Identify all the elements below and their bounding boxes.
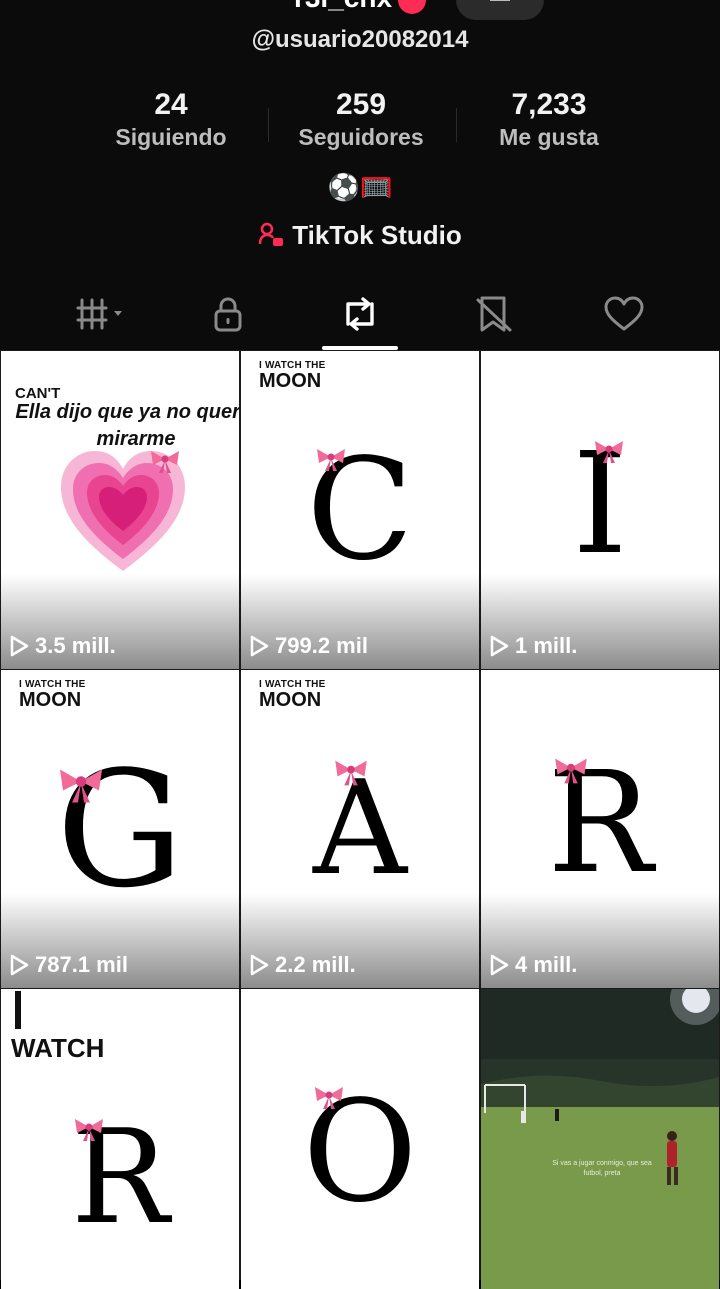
bow-icon (60, 769, 102, 803)
view-count-text: 3.5 mill. (35, 633, 116, 658)
video-letter: O (302, 1071, 418, 1234)
stat-value: 259 (335, 88, 387, 121)
play-icon (10, 954, 29, 976)
play-icon (250, 954, 269, 976)
bow-icon (75, 1119, 103, 1141)
view-count: 799.2 mil (247, 633, 368, 659)
video-thumbnail[interactable]: R 4 mill. (481, 670, 719, 988)
repost-icon (346, 297, 374, 331)
view-count-text: 799.2 mil (275, 633, 368, 658)
tab-private[interactable] (156, 282, 300, 346)
profile-username: r3i_cnx (0, 0, 720, 14)
stat-label: Me gusta (499, 124, 599, 150)
view-count-text: 787.1 mil (35, 952, 128, 977)
stat-label: Siguiendo (115, 124, 227, 150)
bow-icon (555, 758, 587, 784)
bow-icon (315, 1087, 343, 1109)
profile-bio: ⚽🥅 (327, 172, 393, 202)
play-icon (250, 635, 269, 657)
username-text: r3i_cnx (294, 0, 392, 13)
video-tag-big: WATCH (11, 1033, 105, 1063)
edit-icon (490, 0, 510, 1)
view-count: 1 mill. (487, 633, 577, 659)
play-icon (10, 635, 29, 657)
bow-icon (335, 760, 367, 786)
view-count-text: 2.2 mill. (275, 952, 356, 977)
profile-tabs (0, 282, 720, 350)
soccer-field-photo: Si vas a jugar conmigo, que sea futbol, … (481, 989, 719, 1289)
studio-label: TikTok Studio (292, 220, 462, 250)
stat-value: 7,233 (511, 88, 587, 121)
tab-reposts[interactable] (288, 282, 432, 346)
view-count-text: 1 mill. (515, 633, 578, 658)
view-count: 787.1 mil (7, 952, 128, 978)
view-count: 2.2 mill. (247, 952, 356, 978)
video-thumbnail[interactable]: Si vas a jugar conmigo, que sea futbol, … (481, 989, 719, 1289)
video-letter: R (71, 1101, 169, 1253)
profile-header: r3i_cnx @usuario20082014 24 Siguiendo 25… (0, 0, 720, 350)
tiktok-studio-link[interactable]: TikTok Studio (0, 220, 720, 251)
video-letter: R (547, 742, 653, 905)
play-icon (490, 954, 509, 976)
video-thumbnail[interactable]: O (241, 989, 479, 1289)
stat-following[interactable]: 24 Siguiendo (71, 88, 271, 151)
studio-icon (259, 222, 284, 246)
video-tag: I WATCH THE MOON (259, 361, 325, 392)
view-count: 4 mill. (487, 952, 577, 978)
stat-followers[interactable]: 259 Seguidores (261, 88, 461, 151)
video-thumbnail[interactable]: I WATCH THE MOON A 2.2 mill. (241, 670, 479, 988)
text-cursor-bar (15, 991, 21, 1029)
video-thumbnail[interactable]: I WATCH THE MOON C 799.2 mil (241, 351, 479, 669)
grid-icon (76, 298, 122, 330)
video-letter: C (306, 429, 414, 592)
view-count-text: 4 mill. (515, 952, 578, 977)
photo-caption: Si vas a jugar conmigo, que sea futbol, … (552, 1160, 652, 1177)
video-tag-big: MOON (259, 370, 322, 392)
view-count: 3.5 mill. (7, 633, 116, 659)
tab-favorites[interactable] (422, 282, 566, 346)
stat-value: 24 (154, 88, 188, 121)
tab-videos[interactable] (30, 282, 174, 346)
bow-icon (595, 441, 623, 463)
notification-badge[interactable] (398, 0, 427, 14)
video-caption: Ella dijo que ya no quería mirarme (15, 401, 239, 450)
video-thumbnail[interactable]: CAN'T Ella dijo que ya no quería mirarme… (1, 351, 239, 669)
video-thumbnail[interactable]: WATCH R (1, 989, 239, 1289)
video-tag-big: MOON (259, 689, 322, 711)
tab-liked[interactable] (552, 282, 696, 346)
video-tag: WATCH (11, 1035, 104, 1061)
stat-likes[interactable]: 7,233 Me gusta (449, 88, 649, 151)
bow-icon (317, 449, 345, 471)
edit-profile-button[interactable] (456, 0, 544, 20)
bow-icon (151, 451, 179, 473)
video-tag: I WATCH THE MOON (259, 680, 325, 711)
video-grid: CAN'T Ella dijo que ya no quería mirarme… (0, 350, 720, 1289)
play-icon (490, 635, 509, 657)
video-tag-big: MOON (19, 689, 82, 711)
video-thumbnail[interactable]: I WATCH THE MOON G 787.1 mil (1, 670, 239, 988)
heart-icon (604, 296, 644, 331)
photo-scene (481, 989, 719, 1289)
profile-handle: @usuario20082014 (251, 26, 469, 53)
video-thumbnail[interactable]: I 1 mill. (481, 351, 719, 669)
video-tag: I WATCH THE MOON (19, 680, 85, 711)
bookmark-icon (476, 296, 512, 332)
lock-icon (214, 297, 242, 332)
stat-label: Seguidores (298, 124, 424, 150)
